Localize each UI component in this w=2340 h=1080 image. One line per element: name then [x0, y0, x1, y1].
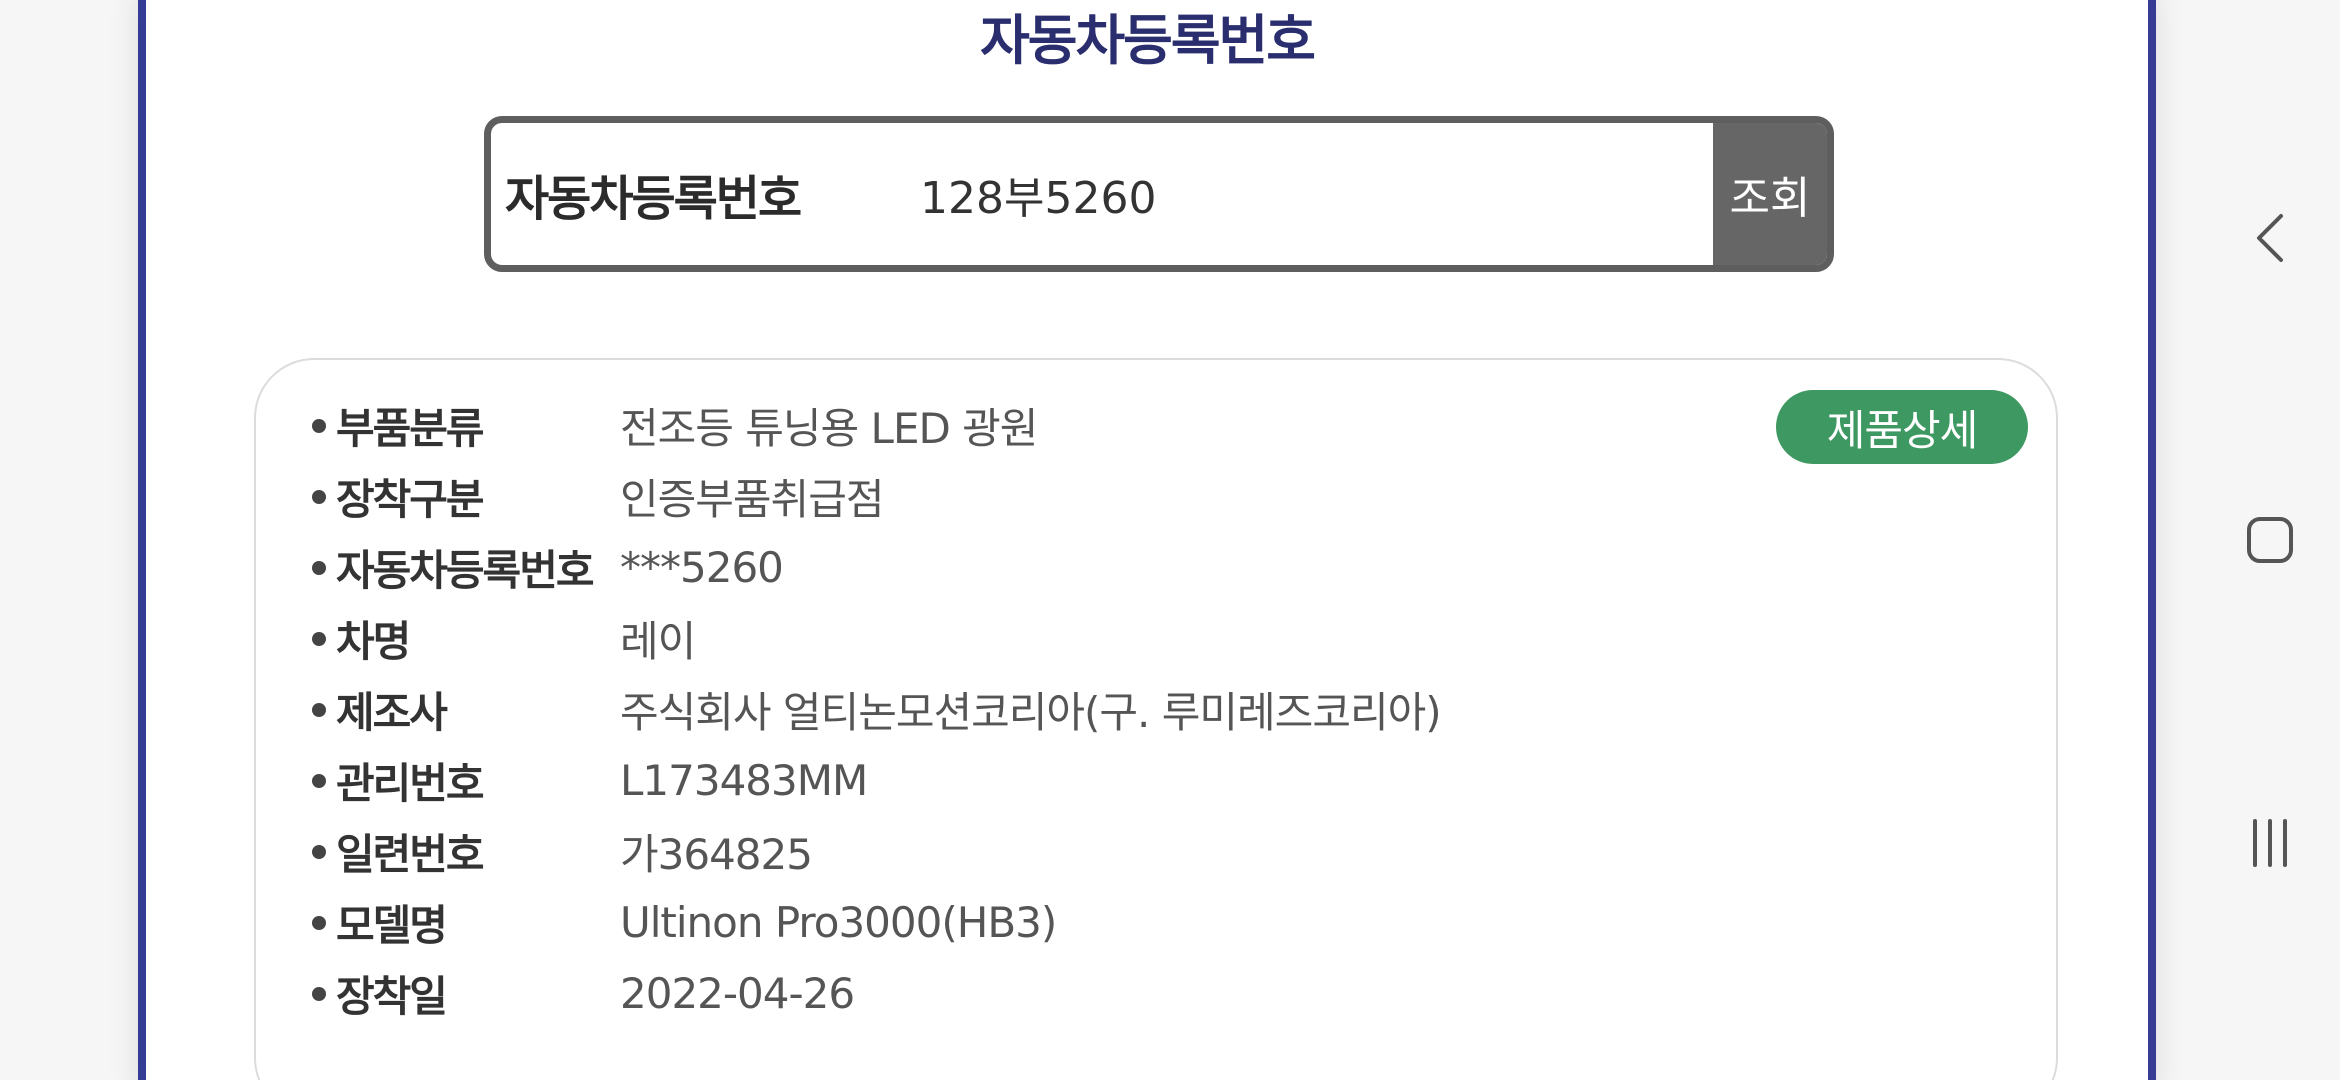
recent-apps-icon	[2253, 819, 2287, 867]
bullet-icon	[312, 702, 326, 717]
bullet-icon	[312, 844, 326, 859]
search-box: 자동차등록번호 조회	[484, 116, 1834, 272]
info-label: 제조사	[336, 688, 448, 737]
bullet-icon	[312, 631, 326, 646]
info-list: 부품분류 전조등 튜닝용 LED 광원 장착구분 인증부품취급점 자동차등록번호…	[312, 390, 1442, 1029]
info-value: 전조등 튜닝용 LED 광원	[620, 404, 1038, 453]
info-label: 모델명	[336, 901, 448, 950]
info-value: L173483MM	[620, 756, 868, 805]
info-value: 2022-04-26	[620, 969, 855, 1018]
info-row-part-category: 부품분류 전조등 튜닝용 LED 광원	[312, 390, 1441, 461]
info-value: 주식회사 얼티논모션코리아(구. 루미레즈코리아)	[620, 688, 1442, 737]
info-label: 관리번호	[336, 759, 485, 808]
info-value: ***5260	[620, 543, 784, 592]
info-label: 차명	[336, 617, 411, 666]
bullet-icon	[312, 418, 326, 433]
info-row-install-date: 장착일 2022-04-26	[312, 958, 1441, 1029]
search-input[interactable]	[920, 123, 1713, 265]
info-label: 장착일	[336, 972, 448, 1021]
info-label: 일련번호	[336, 830, 485, 879]
info-row-manufacturer: 제조사 주식회사 얼티논모션코리아(구. 루미레즈코리아)	[312, 674, 1442, 745]
chevron-left-icon	[2257, 214, 2283, 262]
page-title: 자동차등록번호	[980, 9, 1316, 72]
info-label: 자동차등록번호	[336, 546, 594, 595]
info-row-model-name: 모델명 Ultinon Pro3000(HB3)	[312, 887, 1441, 958]
info-value: 레이	[620, 617, 696, 666]
bullet-icon	[312, 489, 326, 504]
info-row-registration-number: 자동차등록번호 ***5260	[312, 532, 1441, 603]
back-button[interactable]	[2230, 198, 2310, 278]
bullet-icon	[312, 560, 326, 575]
info-value: 인증부품취급점	[620, 475, 884, 524]
screen: 자동차등록번호 자동차등록번호 조회 제품상세 부품분류 전조등 튜닝용 LED…	[0, 0, 2340, 1080]
system-nav-bar	[2200, 0, 2340, 1080]
recent-apps-button[interactable]	[2230, 803, 2310, 883]
info-label: 장착구분	[336, 475, 485, 524]
bullet-icon	[312, 773, 326, 788]
info-row-management-number: 관리번호 L173483MM	[312, 745, 1441, 816]
search-button[interactable]: 조회	[1713, 123, 1827, 265]
info-label: 부품분류	[336, 404, 485, 453]
info-value: Ultinon Pro3000(HB3)	[620, 898, 1057, 947]
info-row-car-name: 차명 레이	[312, 603, 1441, 674]
search-label: 자동차등록번호	[505, 171, 802, 227]
info-row-serial-number: 일련번호 가364825	[312, 816, 1441, 887]
product-detail-button[interactable]: 제품상세	[1776, 390, 2028, 464]
content-frame: 자동차등록번호 자동차등록번호 조회 제품상세 부품분류 전조등 튜닝용 LED…	[138, 0, 2156, 1080]
info-value: 가364825	[620, 830, 813, 879]
home-square-icon	[2247, 517, 2293, 563]
home-button[interactable]	[2230, 500, 2310, 580]
info-card: 제품상세 부품분류 전조등 튜닝용 LED 광원 장착구분 인증부품취급점 자동…	[254, 358, 2058, 1080]
info-row-install-type: 장착구분 인증부품취급점	[312, 461, 1441, 532]
bullet-icon	[312, 915, 326, 930]
bullet-icon	[312, 986, 326, 1001]
